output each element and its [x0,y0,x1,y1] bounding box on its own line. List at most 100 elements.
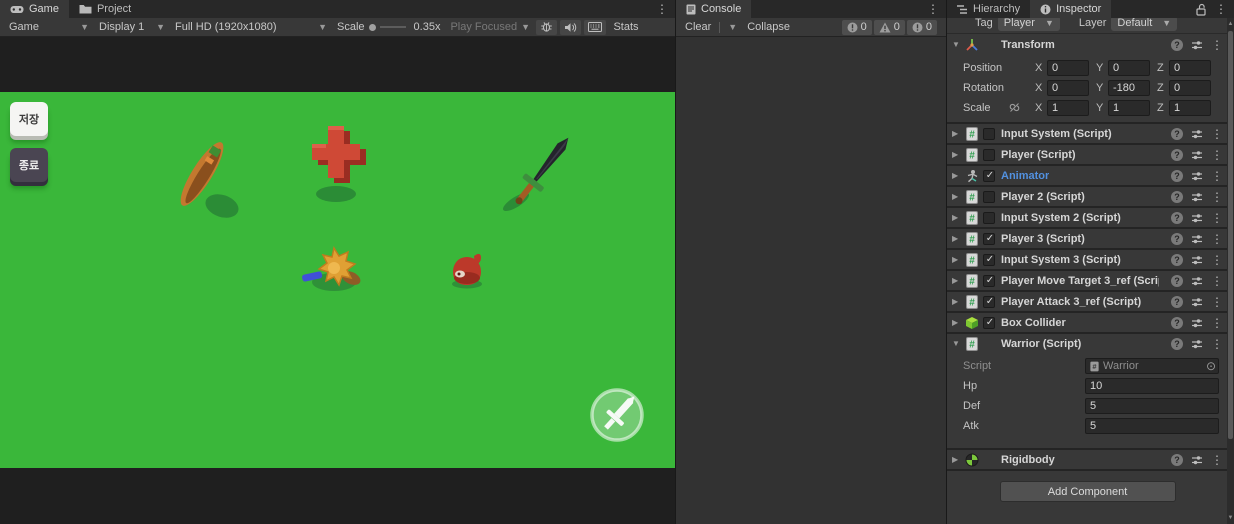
attack-button[interactable] [590,388,644,442]
rotation-y-field[interactable]: -180 [1108,80,1150,96]
presets-icon[interactable] [1191,233,1203,245]
presets-icon[interactable] [1191,191,1203,203]
component-menu-icon[interactable]: ⋮ [1211,275,1223,287]
help-icon[interactable]: ? [1171,453,1183,466]
presets-icon[interactable] [1191,296,1203,308]
component-header-transform[interactable]: ▼ Transform ? ⋮ [947,34,1228,55]
stats-button[interactable]: Stats [613,21,638,33]
tab-game[interactable]: Game [0,0,69,18]
play-focused-dropdown[interactable]: Play Focused ▼ [445,19,533,36]
presets-icon[interactable] [1191,338,1203,350]
component-header-player-attack-3-ref[interactable]: ▶ # Player Attack 3_ref (Script) ?⋮ [947,290,1228,311]
tab-inspector[interactable]: Inspector [1030,0,1112,18]
presets-icon[interactable] [1191,275,1203,287]
tab-project[interactable]: Project [69,0,141,18]
component-menu-icon[interactable]: ⋮ [1211,149,1223,161]
info-log-toggle[interactable]: 0 [841,19,872,35]
display-dropdown[interactable]: Display 1 ▼ [94,19,170,36]
presets-icon[interactable] [1191,149,1203,161]
scale-slider[interactable]: Scale 0.35x [332,19,445,36]
help-icon[interactable]: ? [1171,253,1183,266]
help-icon[interactable]: ? [1171,148,1183,161]
script-object-field[interactable]: # Warrior ⊙ [1085,358,1219,374]
component-header-input-system[interactable]: ▶ # Input System (Script) ? ⋮ [947,122,1228,143]
help-icon[interactable]: ? [1171,316,1183,329]
foldout-closed-icon[interactable]: ▶ [952,150,964,159]
console-menu-icon[interactable]: ⋮ [927,3,939,15]
help-icon[interactable]: ? [1171,274,1183,287]
foldout-closed-icon[interactable]: ▶ [952,192,964,201]
resolution-dropdown[interactable]: Full HD (1920x1080) ▼ [170,19,332,36]
foldout-closed-icon[interactable]: ▶ [952,234,964,243]
help-icon[interactable]: ? [1171,211,1183,224]
add-component-button[interactable]: Add Component [999,481,1176,502]
enabled-checkbox[interactable] [983,274,996,287]
game-target-dropdown[interactable]: Game ▼ [4,19,94,36]
component-header-player-2[interactable]: ▶ # Player 2 (Script) ? ⋮ [947,185,1228,206]
layer-dropdown[interactable]: Default ▼ [1111,18,1178,31]
tag-dropdown[interactable]: Player ▼ [997,18,1060,31]
help-icon[interactable]: ? [1171,337,1183,350]
component-menu-icon[interactable]: ⋮ [1211,454,1223,466]
inspector-scrollbar[interactable]: ▲ ▼ [1227,18,1234,524]
foldout-closed-icon[interactable]: ▶ [952,318,964,327]
component-header-player-move-target-3-ref[interactable]: ▶ # Player Move Target 3_ref (Script) ?⋮ [947,269,1228,290]
enabled-checkbox[interactable] [983,232,996,245]
enabled-checkbox[interactable] [983,295,996,308]
scale-x-field[interactable]: 1 [1047,100,1089,116]
error-log-toggle[interactable]: 0 [906,19,937,35]
foldout-closed-icon[interactable]: ▶ [952,129,964,138]
inspector-menu-icon[interactable]: ⋮ [1215,3,1227,15]
component-menu-icon[interactable]: ⋮ [1211,338,1223,350]
hp-field[interactable]: 10 [1085,378,1219,394]
component-menu-icon[interactable]: ⋮ [1211,191,1223,203]
position-y-field[interactable]: 0 [1108,60,1150,76]
collapse-button[interactable]: Collapse [742,19,795,36]
enabled-checkbox[interactable] [983,211,995,224]
component-menu-icon[interactable]: ⋮ [1211,212,1223,224]
presets-icon[interactable] [1191,454,1203,466]
position-x-field[interactable]: 0 [1047,60,1089,76]
presets-icon[interactable] [1191,254,1203,266]
foldout-closed-icon[interactable]: ▶ [952,213,964,222]
scrollbar-thumb[interactable] [1228,31,1233,439]
presets-icon[interactable] [1191,128,1203,140]
component-header-animator[interactable]: ▶ Animator ?⋮ [947,164,1228,185]
enabled-checkbox[interactable] [983,316,996,329]
foldout-closed-icon[interactable]: ▶ [952,276,964,285]
component-menu-icon[interactable]: ⋮ [1211,296,1223,308]
foldout-open-icon[interactable]: ▼ [952,339,964,348]
component-header-input-system-3[interactable]: ▶ # Input System 3 (Script) ?⋮ [947,248,1228,269]
component-menu-icon[interactable]: ⋮ [1211,233,1223,245]
debug-bug-button[interactable] [536,19,558,35]
presets-icon[interactable] [1191,212,1203,224]
component-header-box-collider[interactable]: ▶ Box Collider ?⋮ [947,311,1228,332]
enabled-checkbox[interactable] [983,127,995,140]
component-header-rigidbody[interactable]: ▶ Rigidbody ? ⋮ [947,448,1228,469]
enabled-checkbox[interactable] [983,190,995,203]
clear-button[interactable]: Clear ▼ [680,19,742,36]
component-header-warrior[interactable]: ▼ # Warrior (Script) ? ⋮ [947,332,1228,353]
presets-icon[interactable] [1191,170,1203,182]
enabled-checkbox[interactable] [983,169,996,182]
help-icon[interactable]: ? [1171,190,1183,203]
mute-audio-button[interactable] [560,19,582,35]
tab-console[interactable]: Console [676,0,752,18]
foldout-closed-icon[interactable]: ▶ [952,255,964,264]
component-menu-icon[interactable]: ⋮ [1211,39,1223,51]
rotation-x-field[interactable]: 0 [1047,80,1089,96]
game-menu-icon[interactable]: ⋮ [656,3,668,15]
object-picker-icon[interactable]: ⊙ [1206,360,1216,372]
component-menu-icon[interactable]: ⋮ [1211,317,1223,329]
component-header-player[interactable]: ▶ # Player (Script) ? ⋮ [947,143,1228,164]
keyboard-input-button[interactable] [584,19,607,35]
foldout-closed-icon[interactable]: ▶ [952,171,964,180]
scale-z-field[interactable]: 1 [1169,100,1211,116]
slider-knob[interactable] [368,23,376,31]
quit-button[interactable]: 종료 [10,148,48,182]
tab-hierarchy[interactable]: Hierarchy [947,0,1030,18]
help-icon[interactable]: ? [1171,169,1183,182]
warning-log-toggle[interactable]: 0 [873,19,905,35]
foldout-closed-icon[interactable]: ▶ [952,297,964,306]
component-menu-icon[interactable]: ⋮ [1211,170,1223,182]
